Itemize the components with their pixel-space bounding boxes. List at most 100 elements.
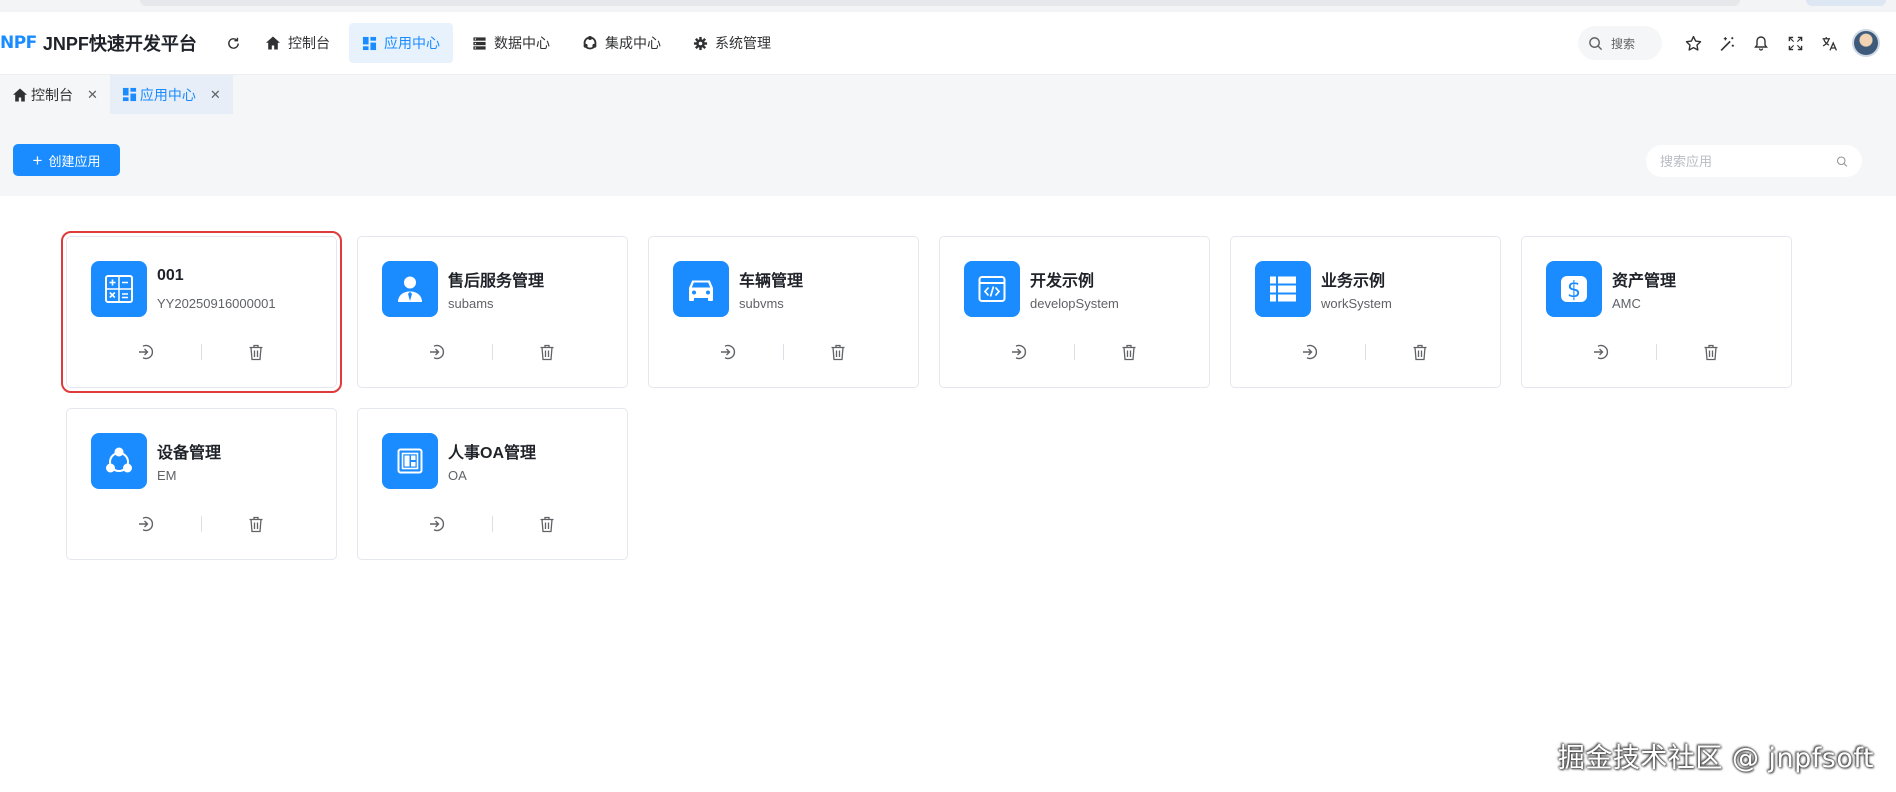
delete-icon[interactable]	[245, 513, 267, 535]
database-icon	[473, 36, 486, 50]
card-actions	[358, 341, 627, 363]
service-person-icon	[382, 261, 438, 317]
svg-text:$: $	[1567, 278, 1581, 303]
action-divider	[1074, 344, 1075, 360]
enter-app-icon[interactable]	[135, 513, 157, 535]
action-divider	[1365, 344, 1366, 360]
app-card[interactable]: $ 资产管理 AMC	[1521, 236, 1792, 388]
translate-icon[interactable]	[1812, 26, 1846, 60]
enter-app-icon[interactable]	[135, 341, 157, 363]
nav-item-label: 数据中心	[494, 35, 550, 51]
magic-wand-icon[interactable]	[1710, 26, 1744, 60]
plus-icon: +	[32, 150, 43, 170]
browser-chrome	[0, 0, 1896, 12]
watermark-text: 掘金技术社区 @ jnpfsoft	[1557, 743, 1874, 774]
oa-grid-icon	[382, 433, 438, 489]
dollar-icon: $	[1546, 261, 1602, 317]
app-code: OA	[448, 468, 467, 483]
star-icon[interactable]	[1676, 26, 1710, 60]
app-title: 人事OA管理	[448, 445, 537, 462]
app-title: 资产管理	[1612, 273, 1677, 290]
code-window-icon	[964, 261, 1020, 317]
action-divider	[201, 516, 202, 532]
nav-item-system-management[interactable]: 系统管理	[680, 23, 784, 63]
nav-item-integration-center[interactable]: 集成中心	[569, 23, 674, 63]
nav-item-data-center[interactable]: 数据中心	[459, 23, 563, 63]
enter-app-icon[interactable]	[426, 513, 448, 535]
home-icon	[13, 88, 27, 101]
tab-console[interactable]: 控制台 ✕	[0, 75, 110, 115]
card-actions	[940, 341, 1209, 363]
car-icon	[673, 261, 729, 317]
enter-app-icon[interactable]	[1299, 341, 1321, 363]
app-toolbar: + 创建应用	[0, 114, 1896, 196]
app-card[interactable]: 人事OA管理 OA	[357, 408, 628, 560]
logo[interactable]: NPF JNPF快速开发平台	[0, 30, 210, 56]
nav-item-app-center[interactable]: 应用中心	[349, 23, 453, 63]
tab-label: 应用中心	[139, 86, 196, 103]
app-title: 设备管理	[157, 445, 222, 462]
app-card[interactable]: 001 YY20250916000001	[61, 231, 342, 393]
action-divider	[783, 344, 784, 360]
enter-app-icon[interactable]	[1590, 341, 1612, 363]
delete-icon[interactable]	[536, 341, 558, 363]
action-divider	[201, 344, 202, 360]
delete-icon[interactable]	[1118, 341, 1140, 363]
create-app-label: 创建应用	[48, 153, 101, 169]
app-card[interactable]: 售后服务管理 subams	[357, 236, 628, 388]
enter-app-icon[interactable]	[717, 341, 739, 363]
app-search-input[interactable]	[1660, 153, 1836, 169]
user-avatar[interactable]	[1852, 29, 1880, 57]
main-nav: 控制台 应用中心 数据中心 集成中心 系统管理	[252, 23, 790, 63]
global-search[interactable]: 搜索	[1578, 26, 1662, 60]
nav-item-label: 应用中心	[384, 35, 440, 51]
nav-item-console[interactable]: 控制台	[252, 23, 343, 63]
device-network-icon	[91, 433, 147, 489]
delete-icon[interactable]	[536, 513, 558, 535]
dashboard-icon	[122, 87, 136, 102]
card-actions	[649, 341, 918, 363]
delete-icon[interactable]	[1700, 341, 1722, 363]
app-title: JNPF快速开发平台	[42, 34, 197, 54]
fullscreen-icon[interactable]	[1778, 26, 1812, 60]
delete-icon[interactable]	[245, 341, 267, 363]
action-divider	[492, 516, 493, 532]
header-tools: 搜索	[1578, 12, 1896, 74]
enter-app-icon[interactable]	[1008, 341, 1030, 363]
card-actions	[1522, 341, 1791, 363]
app-code: developSystem	[1030, 296, 1119, 311]
delete-icon[interactable]	[1409, 341, 1431, 363]
card-actions	[67, 513, 336, 535]
app-card[interactable]: 设备管理 EM	[66, 408, 337, 560]
tab-app-center[interactable]: 应用中心 ✕	[109, 74, 233, 115]
create-app-button[interactable]: + 创建应用	[13, 144, 120, 176]
search-icon[interactable]	[1836, 154, 1848, 169]
app-title: 开发示例	[1030, 273, 1095, 290]
list-table-icon	[1255, 261, 1311, 317]
card-actions	[358, 513, 627, 535]
refresh-icon[interactable]	[220, 30, 246, 56]
tabs-bar: 控制台 ✕ 应用中心 ✕	[0, 74, 1896, 115]
action-divider	[492, 344, 493, 360]
search-icon	[1589, 36, 1603, 50]
nav-item-label: 集成中心	[605, 35, 661, 51]
card-actions	[67, 341, 336, 363]
app-card[interactable]: 开发示例 developSystem	[939, 236, 1210, 388]
browser-button[interactable]	[1806, 0, 1886, 6]
action-divider	[1656, 344, 1657, 360]
logo-mark: NPF	[0, 33, 37, 53]
nav-item-label: 系统管理	[715, 35, 771, 51]
delete-icon[interactable]	[827, 341, 849, 363]
card-actions	[1231, 341, 1500, 363]
app-card[interactable]: 业务示例 workSystem	[1230, 236, 1501, 388]
bell-icon[interactable]	[1744, 26, 1778, 60]
address-bar[interactable]	[140, 0, 1740, 6]
app-card[interactable]: 车辆管理 subvms	[648, 236, 919, 388]
app-code: subvms	[739, 296, 784, 311]
nav-item-label: 控制台	[288, 35, 330, 51]
close-icon[interactable]: ✕	[210, 87, 221, 103]
close-icon[interactable]: ✕	[87, 87, 98, 103]
app-code: workSystem	[1321, 296, 1392, 311]
app-title: 业务示例	[1321, 273, 1386, 290]
enter-app-icon[interactable]	[426, 341, 448, 363]
